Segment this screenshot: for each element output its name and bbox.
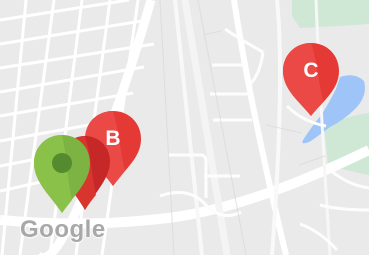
- current-location-marker[interactable]: [31, 133, 93, 215]
- park-area: [292, 0, 369, 28]
- map-container[interactable]: C B Google: [0, 0, 369, 255]
- marker-c[interactable]: C: [279, 40, 343, 120]
- map-pin-icon: C: [283, 43, 339, 116]
- google-attribution: Google: [20, 216, 106, 243]
- marker-c-label: C: [303, 59, 318, 82]
- current-location-pin-icon: [34, 135, 90, 213]
